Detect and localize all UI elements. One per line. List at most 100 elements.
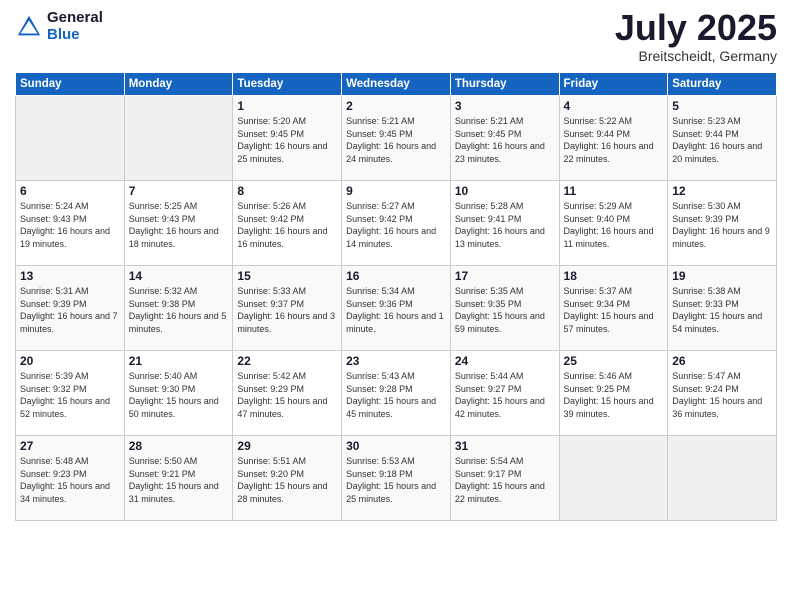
calendar-cell: 9 Sunrise: 5:27 AM Sunset: 9:42 PM Daylig… xyxy=(342,181,451,266)
calendar-cell xyxy=(559,436,668,521)
header: General Blue July 2025 Breitscheidt, Ger… xyxy=(15,10,777,64)
calendar-cell: 13 Sunrise: 5:31 AM Sunset: 9:39 PM Dayli… xyxy=(16,266,125,351)
day-info: Sunrise: 5:24 AM Sunset: 9:43 PM Dayligh… xyxy=(20,200,120,250)
day-number: 2 xyxy=(346,99,446,113)
day-number: 24 xyxy=(455,354,555,368)
day-number: 13 xyxy=(20,269,120,283)
day-info: Sunrise: 5:21 AM Sunset: 9:45 PM Dayligh… xyxy=(455,115,555,165)
calendar-table: SundayMondayTuesdayWednesdayThursdayFrid… xyxy=(15,72,777,521)
calendar-week-5: 27Sunrise: 5:48 AM Sunset: 9:23 PM Dayli… xyxy=(16,436,777,521)
calendar-cell: 1 Sunrise: 5:20 AM Sunset: 9:45 PM Daylig… xyxy=(233,96,342,181)
day-info: Sunrise: 5:33 AM Sunset: 9:37 PM Dayligh… xyxy=(237,285,337,335)
day-number: 10 xyxy=(455,184,555,198)
day-number: 4 xyxy=(564,99,664,113)
calendar-cell: 27Sunrise: 5:48 AM Sunset: 9:23 PM Dayli… xyxy=(16,436,125,521)
header-day-wednesday: Wednesday xyxy=(342,73,451,96)
day-number: 17 xyxy=(455,269,555,283)
day-info: Sunrise: 5:43 AM Sunset: 9:28 PM Dayligh… xyxy=(346,370,446,420)
day-number: 5 xyxy=(672,99,772,113)
calendar-cell: 18Sunrise: 5:37 AM Sunset: 9:34 PM Dayli… xyxy=(559,266,668,351)
calendar-cell: 26Sunrise: 5:47 AM Sunset: 9:24 PM Dayli… xyxy=(668,351,777,436)
day-number: 28 xyxy=(129,439,229,453)
calendar-cell xyxy=(124,96,233,181)
day-info: Sunrise: 5:50 AM Sunset: 9:21 PM Dayligh… xyxy=(129,455,229,505)
day-info: Sunrise: 5:28 AM Sunset: 9:41 PM Dayligh… xyxy=(455,200,555,250)
day-info: Sunrise: 5:22 AM Sunset: 9:44 PM Dayligh… xyxy=(564,115,664,165)
day-info: Sunrise: 5:30 AM Sunset: 9:39 PM Dayligh… xyxy=(672,200,772,250)
day-number: 14 xyxy=(129,269,229,283)
calendar-cell: 19 Sunrise: 5:38 AM Sunset: 9:33 PM Dayli… xyxy=(668,266,777,351)
day-info: Sunrise: 5:39 AM Sunset: 9:32 PM Dayligh… xyxy=(20,370,120,420)
calendar-cell: 10 Sunrise: 5:28 AM Sunset: 9:41 PM Dayli… xyxy=(450,181,559,266)
day-info: Sunrise: 5:27 AM Sunset: 9:42 PM Dayligh… xyxy=(346,200,446,250)
calendar-cell: 8 Sunrise: 5:26 AM Sunset: 9:42 PM Daylig… xyxy=(233,181,342,266)
day-number: 16 xyxy=(346,269,446,283)
calendar-header-row: SundayMondayTuesdayWednesdayThursdayFrid… xyxy=(16,73,777,96)
calendar-week-4: 20 Sunrise: 5:39 AM Sunset: 9:32 PM Dayli… xyxy=(16,351,777,436)
day-number: 20 xyxy=(20,354,120,368)
calendar-cell: 21 Sunrise: 5:40 AM Sunset: 9:30 PM Dayli… xyxy=(124,351,233,436)
calendar-cell: 2 Sunrise: 5:21 AM Sunset: 9:45 PM Daylig… xyxy=(342,96,451,181)
header-day-tuesday: Tuesday xyxy=(233,73,342,96)
logo: General Blue xyxy=(15,10,103,43)
calendar-cell: 14 Sunrise: 5:32 AM Sunset: 9:38 PM Dayli… xyxy=(124,266,233,351)
calendar-cell: 17 Sunrise: 5:35 AM Sunset: 9:35 PM Dayli… xyxy=(450,266,559,351)
day-info: Sunrise: 5:44 AM Sunset: 9:27 PM Dayligh… xyxy=(455,370,555,420)
day-number: 27 xyxy=(20,439,120,453)
day-number: 29 xyxy=(237,439,337,453)
logo-blue-text: Blue xyxy=(47,27,103,44)
calendar-cell: 24 Sunrise: 5:44 AM Sunset: 9:27 PM Dayli… xyxy=(450,351,559,436)
calendar-cell: 11Sunrise: 5:29 AM Sunset: 9:40 PM Dayli… xyxy=(559,181,668,266)
day-number: 8 xyxy=(237,184,337,198)
day-info: Sunrise: 5:23 AM Sunset: 9:44 PM Dayligh… xyxy=(672,115,772,165)
header-day-thursday: Thursday xyxy=(450,73,559,96)
calendar-cell: 5 Sunrise: 5:23 AM Sunset: 9:44 PM Daylig… xyxy=(668,96,777,181)
day-number: 9 xyxy=(346,184,446,198)
header-day-sunday: Sunday xyxy=(16,73,125,96)
day-info: Sunrise: 5:54 AM Sunset: 9:17 PM Dayligh… xyxy=(455,455,555,505)
calendar-cell: 28 Sunrise: 5:50 AM Sunset: 9:21 PM Dayli… xyxy=(124,436,233,521)
day-info: Sunrise: 5:31 AM Sunset: 9:39 PM Dayligh… xyxy=(20,285,120,335)
calendar-week-1: 1 Sunrise: 5:20 AM Sunset: 9:45 PM Daylig… xyxy=(16,96,777,181)
day-info: Sunrise: 5:26 AM Sunset: 9:42 PM Dayligh… xyxy=(237,200,337,250)
day-info: Sunrise: 5:20 AM Sunset: 9:45 PM Dayligh… xyxy=(237,115,337,165)
calendar-cell: 4 Sunrise: 5:22 AM Sunset: 9:44 PM Daylig… xyxy=(559,96,668,181)
day-number: 6 xyxy=(20,184,120,198)
day-number: 31 xyxy=(455,439,555,453)
day-number: 21 xyxy=(129,354,229,368)
calendar-page: General Blue July 2025 Breitscheidt, Ger… xyxy=(0,0,792,612)
calendar-week-3: 13 Sunrise: 5:31 AM Sunset: 9:39 PM Dayli… xyxy=(16,266,777,351)
day-info: Sunrise: 5:34 AM Sunset: 9:36 PM Dayligh… xyxy=(346,285,446,335)
logo-general-text: General xyxy=(47,10,103,27)
calendar-cell: 3 Sunrise: 5:21 AM Sunset: 9:45 PM Daylig… xyxy=(450,96,559,181)
day-info: Sunrise: 5:51 AM Sunset: 9:20 PM Dayligh… xyxy=(237,455,337,505)
header-day-monday: Monday xyxy=(124,73,233,96)
calendar-cell: 15 Sunrise: 5:33 AM Sunset: 9:37 PM Dayli… xyxy=(233,266,342,351)
calendar-week-2: 6 Sunrise: 5:24 AM Sunset: 9:43 PM Daylig… xyxy=(16,181,777,266)
calendar-cell: 22Sunrise: 5:42 AM Sunset: 9:29 PM Dayli… xyxy=(233,351,342,436)
logo-icon xyxy=(15,13,43,41)
day-info: Sunrise: 5:21 AM Sunset: 9:45 PM Dayligh… xyxy=(346,115,446,165)
day-number: 11 xyxy=(564,184,664,198)
day-number: 30 xyxy=(346,439,446,453)
calendar-cell: 30 Sunrise: 5:53 AM Sunset: 9:18 PM Dayli… xyxy=(342,436,451,521)
day-number: 1 xyxy=(237,99,337,113)
day-info: Sunrise: 5:38 AM Sunset: 9:33 PM Dayligh… xyxy=(672,285,772,335)
day-info: Sunrise: 5:53 AM Sunset: 9:18 PM Dayligh… xyxy=(346,455,446,505)
calendar-cell: 12 Sunrise: 5:30 AM Sunset: 9:39 PM Dayli… xyxy=(668,181,777,266)
day-info: Sunrise: 5:35 AM Sunset: 9:35 PM Dayligh… xyxy=(455,285,555,335)
title-area: July 2025 Breitscheidt, Germany xyxy=(615,10,777,64)
calendar-cell: 25Sunrise: 5:46 AM Sunset: 9:25 PM Dayli… xyxy=(559,351,668,436)
calendar-cell xyxy=(16,96,125,181)
day-info: Sunrise: 5:47 AM Sunset: 9:24 PM Dayligh… xyxy=(672,370,772,420)
day-number: 3 xyxy=(455,99,555,113)
day-info: Sunrise: 5:32 AM Sunset: 9:38 PM Dayligh… xyxy=(129,285,229,335)
calendar-cell: 7Sunrise: 5:25 AM Sunset: 9:43 PM Daylig… xyxy=(124,181,233,266)
day-number: 25 xyxy=(564,354,664,368)
logo-text: General Blue xyxy=(47,10,103,43)
location: Breitscheidt, Germany xyxy=(615,48,777,64)
day-number: 15 xyxy=(237,269,337,283)
day-number: 19 xyxy=(672,269,772,283)
day-number: 12 xyxy=(672,184,772,198)
day-info: Sunrise: 5:40 AM Sunset: 9:30 PM Dayligh… xyxy=(129,370,229,420)
